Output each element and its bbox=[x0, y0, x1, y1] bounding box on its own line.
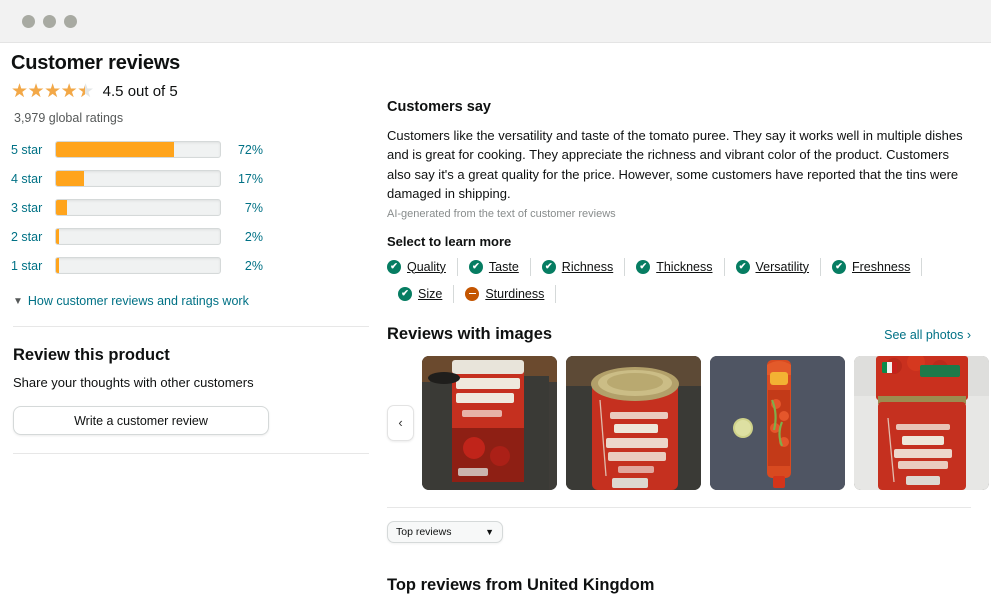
window-dot-1[interactable] bbox=[22, 14, 35, 28]
check-circle-icon: ✔ bbox=[541, 259, 556, 274]
histogram-bar-track[interactable] bbox=[55, 170, 221, 187]
aspect-label: Richness bbox=[561, 259, 614, 274]
histogram-row[interactable]: 3 star 7% bbox=[11, 193, 380, 222]
aspect-label: Taste bbox=[488, 259, 519, 274]
divider-carousel bbox=[387, 506, 971, 508]
review-images-carousel: ‹ bbox=[387, 355, 989, 490]
divider-bottom bbox=[13, 453, 369, 454]
aspect-label: Versatility bbox=[755, 259, 810, 274]
global-ratings-count: 3,979 global ratings bbox=[14, 111, 124, 125]
review-image-thumbnail[interactable] bbox=[854, 355, 989, 490]
histogram-percent-label[interactable]: 2% bbox=[221, 230, 263, 244]
check-circle-icon: ✔ bbox=[468, 259, 483, 274]
histogram-bar-track[interactable] bbox=[55, 141, 221, 158]
aspect-filter-list: ✔ Quality ✔ Taste ✔ Richness ✔ Thickness ✔ Versat… bbox=[387, 257, 977, 312]
carousel-thumbnails bbox=[422, 355, 989, 490]
check-circle-icon: ✔ bbox=[398, 286, 412, 301]
aspect-pill-versatility[interactable]: ✔ Versatility bbox=[725, 257, 821, 276]
minus-circle-icon bbox=[465, 286, 480, 301]
aspect-pill-quality[interactable]: ✔ Quality bbox=[387, 257, 458, 276]
histogram-star-label[interactable]: 2 star bbox=[11, 230, 55, 244]
window-controls[interactable] bbox=[22, 14, 77, 28]
histogram-star-label[interactable]: 5 star bbox=[11, 143, 55, 157]
sort-reviews-value: Top reviews bbox=[396, 525, 452, 538]
histogram-star-label[interactable]: 1 star bbox=[11, 259, 55, 273]
reviews-page: Customer reviews ★★★★★ ★★★★★ 4.5 out of … bbox=[0, 43, 991, 616]
rating-histogram: 5 star 72% 4 star 17% 3 star 7% 2 star 2% 1 star… bbox=[11, 135, 380, 280]
aspect-pill-richness[interactable]: ✔ Richness bbox=[531, 257, 626, 276]
aspect-pill-size[interactable]: ✔ Size bbox=[387, 284, 455, 303]
reviews-with-images-header: Reviews with images See all photos › bbox=[387, 325, 971, 344]
chevron-down-icon: ▼ bbox=[485, 526, 494, 537]
check-circle-icon: ✔ bbox=[832, 259, 846, 274]
see-all-photos-link[interactable]: See all photos › bbox=[884, 328, 971, 342]
divider-top bbox=[13, 326, 369, 327]
histogram-row[interactable]: 2 star 2% bbox=[11, 222, 380, 251]
histogram-bar-fill bbox=[56, 171, 84, 186]
histogram-percent-label[interactable]: 17% bbox=[221, 172, 263, 186]
histogram-bar-fill bbox=[56, 258, 60, 273]
aspect-label: Size bbox=[418, 286, 443, 301]
histogram-bar-fill bbox=[56, 142, 175, 157]
check-circle-icon: ✔ bbox=[636, 259, 651, 274]
how-reviews-work-link[interactable]: ▼ How customer reviews and ratings work bbox=[13, 294, 380, 308]
aspect-pill-sturdiness[interactable]: Sturdiness bbox=[454, 284, 557, 303]
select-to-learn-more-heading: Select to learn more bbox=[387, 233, 512, 249]
chevron-down-icon: ▼ bbox=[13, 295, 23, 307]
histogram-bar-track[interactable] bbox=[55, 257, 221, 274]
rating-value-label: 4.5 out of 5 bbox=[102, 82, 178, 100]
overall-rating: ★★★★★ ★★★★★ 4.5 out of 5 bbox=[11, 80, 380, 102]
histogram-star-label[interactable]: 4 star bbox=[11, 172, 55, 186]
aspect-label: Thickness bbox=[656, 259, 713, 274]
aspect-pill-freshness[interactable]: ✔ Freshness bbox=[821, 257, 923, 276]
top-reviews-heading: Top reviews from United Kingdom bbox=[387, 575, 655, 594]
aspect-label: Quality bbox=[407, 259, 446, 274]
page-title: Customer reviews bbox=[11, 52, 181, 74]
sort-reviews-select[interactable]: Top reviews ▼ bbox=[387, 520, 503, 543]
check-circle-icon: ✔ bbox=[735, 259, 750, 274]
customer-reviews-panel: Customer reviews ★★★★★ ★★★★★ 4.5 out of … bbox=[0, 43, 380, 616]
review-product-heading: Review this product bbox=[13, 346, 170, 364]
review-image-thumbnail[interactable] bbox=[422, 355, 557, 490]
histogram-row[interactable]: 1 star 2% bbox=[11, 251, 380, 280]
overall-stars-icon: ★★★★★ ★★★★★ bbox=[11, 80, 94, 102]
carousel-prev-button[interactable]: ‹ bbox=[387, 404, 414, 441]
aspect-pill-taste[interactable]: ✔ Taste bbox=[458, 257, 531, 276]
histogram-row[interactable]: 4 star 17% bbox=[11, 164, 380, 193]
check-circle-icon: ✔ bbox=[387, 259, 401, 274]
customers-say-heading: Customers say bbox=[387, 99, 491, 115]
histogram-percent-label[interactable]: 72% bbox=[221, 143, 263, 157]
window-dot-3[interactable] bbox=[64, 14, 77, 28]
histogram-bar-fill bbox=[56, 200, 68, 215]
share-thoughts-text: Share your thoughts with other customers bbox=[13, 375, 254, 390]
histogram-percent-label[interactable]: 7% bbox=[221, 201, 263, 215]
reviews-content-panel: Customers say Customers like the versati… bbox=[380, 43, 991, 616]
aspect-label: Freshness bbox=[852, 259, 911, 274]
write-customer-review-button[interactable]: Write a customer review bbox=[13, 406, 269, 435]
histogram-percent-label[interactable]: 2% bbox=[221, 259, 263, 273]
histogram-bar-track[interactable] bbox=[55, 199, 221, 216]
histogram-star-label[interactable]: 3 star bbox=[11, 201, 55, 215]
ai-generated-note: AI-generated from the text of customer r… bbox=[387, 207, 616, 220]
histogram-bar-fill bbox=[56, 229, 60, 244]
window-dot-2[interactable] bbox=[43, 14, 56, 28]
review-image-thumbnail[interactable] bbox=[566, 355, 701, 490]
aspect-label: Sturdiness bbox=[485, 286, 545, 301]
how-reviews-work-label: How customer reviews and ratings work bbox=[27, 294, 249, 308]
window-titlebar bbox=[0, 0, 991, 43]
histogram-row[interactable]: 5 star 72% bbox=[11, 135, 380, 164]
customers-say-summary: Customers like the versatility and taste… bbox=[387, 128, 963, 202]
histogram-bar-track[interactable] bbox=[55, 228, 221, 245]
review-image-thumbnail[interactable] bbox=[710, 355, 845, 490]
aspect-pill-thickness[interactable]: ✔ Thickness bbox=[625, 257, 725, 276]
reviews-with-images-heading: Reviews with images bbox=[387, 324, 553, 343]
